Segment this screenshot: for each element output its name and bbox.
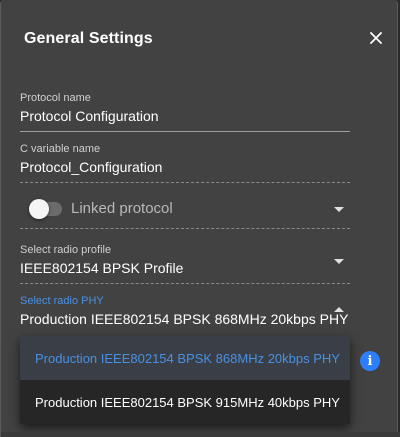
protocol-name-field[interactable]: Protocol name Protocol Configuration xyxy=(20,92,350,132)
radio-phy-chevron-up-icon[interactable] xyxy=(334,307,344,312)
c-variable-name-field[interactable]: C variable name Protocol_Configuration xyxy=(20,143,350,183)
radio-phy-option-selected[interactable]: Production IEEE802154 BPSK 868MHz 20kbps… xyxy=(20,336,350,380)
linked-protocol-chevron-down-icon[interactable] xyxy=(334,207,344,212)
linked-protocol-toggle[interactable] xyxy=(29,199,63,219)
radio-profile-underline xyxy=(20,283,350,284)
bottom-strip xyxy=(1,432,400,437)
close-button[interactable] xyxy=(363,25,389,51)
protocol-name-input[interactable]: Protocol Configuration xyxy=(20,107,350,125)
c-variable-name-input[interactable]: Protocol_Configuration xyxy=(20,158,350,176)
dialog-title: General Settings xyxy=(24,30,153,47)
linked-protocol-row[interactable]: Linked protocol xyxy=(20,192,350,229)
radio-profile-chevron-down-icon[interactable] xyxy=(334,259,344,264)
radio-phy-value[interactable]: Production IEEE802154 BPSK 868MHz 20kbps… xyxy=(20,310,350,328)
c-variable-name-label: C variable name xyxy=(20,143,101,155)
general-settings-dialog: General Settings Protocol name Protocol … xyxy=(0,0,400,437)
radio-profile-value[interactable]: IEEE802154 BPSK Profile xyxy=(20,259,350,277)
info-icon[interactable]: i xyxy=(360,351,380,371)
linked-protocol-underline xyxy=(20,228,350,229)
radio-profile-select[interactable]: Select radio profile IEEE802154 BPSK Pro… xyxy=(20,244,350,284)
radio-profile-label: Select radio profile xyxy=(20,244,112,256)
radio-phy-option[interactable]: Production IEEE802154 BPSK 915MHz 40kbps… xyxy=(20,380,350,424)
radio-phy-select[interactable]: Select radio PHY Production IEEE802154 B… xyxy=(20,295,350,335)
toggle-thumb xyxy=(29,199,49,219)
linked-protocol-label: Linked protocol xyxy=(71,200,173,217)
protocol-name-underline xyxy=(20,131,350,132)
c-variable-name-underline xyxy=(20,182,350,183)
radio-phy-dropdown-menu: Production IEEE802154 BPSK 868MHz 20kbps… xyxy=(20,336,350,424)
close-icon xyxy=(370,32,382,44)
protocol-name-label: Protocol name xyxy=(20,92,91,104)
radio-phy-label: Select radio PHY xyxy=(20,295,104,307)
